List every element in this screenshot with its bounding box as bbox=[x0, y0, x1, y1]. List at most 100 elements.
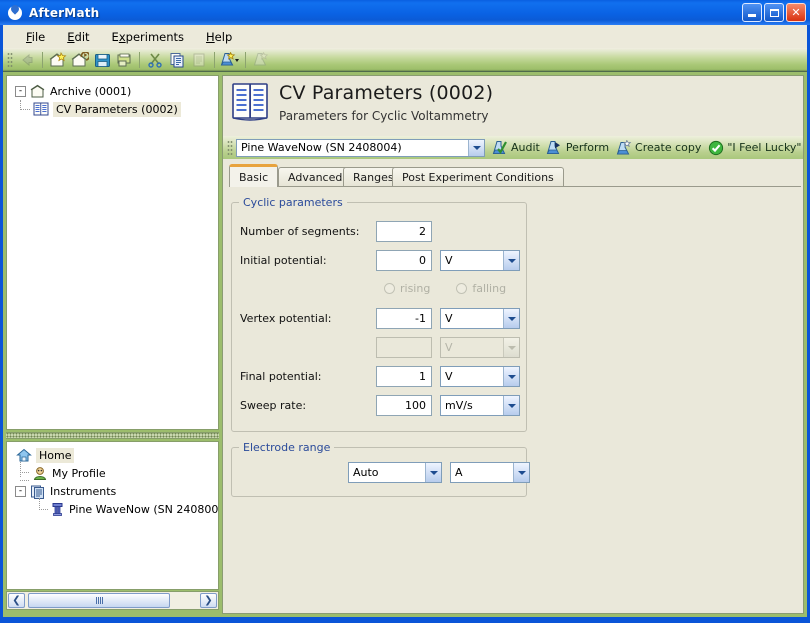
electrode-range-group: Electrode range Auto A bbox=[231, 441, 530, 497]
unit-select-initial-potential[interactable]: V bbox=[440, 250, 520, 271]
chevron-down-icon[interactable] bbox=[468, 139, 484, 156]
chevron-down-icon[interactable] bbox=[503, 367, 519, 386]
minimize-button[interactable] bbox=[742, 3, 762, 22]
tree-node-archive[interactable]: - Archive (0001) bbox=[7, 82, 218, 100]
page-subtitle: Parameters for Cyclic Voltammetry bbox=[279, 109, 489, 123]
audit-button-label: Audit bbox=[511, 141, 540, 154]
chevron-down-icon[interactable] bbox=[503, 309, 519, 328]
input-vertex-potential[interactable]: -1 bbox=[376, 308, 432, 329]
instrument-toolbar: Pine WaveNow (SN 2408004) Audit Perform … bbox=[223, 136, 803, 159]
profile-icon bbox=[31, 465, 48, 481]
tree-node-instruments-label: Instruments bbox=[50, 484, 117, 498]
chevron-down-icon[interactable] bbox=[513, 463, 529, 482]
instrument-select-value: Pine WaveNow (SN 2408004) bbox=[241, 141, 402, 154]
radio-rising[interactable]: rising bbox=[384, 282, 430, 295]
left-pane: - Archive (0001) CV Parameters (0002) Ho… bbox=[6, 75, 219, 614]
i-feel-lucky-button-label: "I Feel Lucky" bbox=[727, 141, 802, 154]
instrument-select[interactable]: Pine WaveNow (SN 2408004) bbox=[236, 138, 485, 157]
unit-select-initial-potential-value: V bbox=[445, 254, 453, 267]
chevron-down-icon[interactable] bbox=[503, 251, 519, 270]
archive-tree[interactable]: - Archive (0001) CV Parameters (0002) bbox=[6, 75, 219, 430]
copy-icon[interactable] bbox=[166, 50, 188, 70]
close-button[interactable]: ✕ bbox=[786, 3, 806, 22]
radio-rising-button[interactable] bbox=[384, 283, 395, 294]
input-sweep-rate[interactable]: 100 bbox=[376, 395, 432, 416]
instruments-icon bbox=[29, 483, 46, 499]
toolbar-grip[interactable] bbox=[7, 51, 13, 68]
pane-splitter[interactable] bbox=[6, 432, 219, 439]
tab-strip: Basic Advanced Ranges Post Experiment Co… bbox=[229, 164, 801, 187]
tab-post-experiment-conditions[interactable]: Post Experiment Conditions bbox=[392, 167, 564, 186]
archive-icon bbox=[29, 83, 46, 99]
back-icon[interactable] bbox=[16, 50, 38, 70]
save-icon[interactable] bbox=[91, 50, 113, 70]
green-check-icon bbox=[707, 139, 724, 156]
create-copy-icon[interactable] bbox=[250, 50, 272, 70]
chevron-down-icon[interactable] bbox=[425, 463, 441, 482]
radio-falling-label: falling bbox=[472, 282, 507, 295]
menu-experiments-rest: periments bbox=[125, 29, 185, 44]
horizontal-scrollbar[interactable]: ❮ ❯ bbox=[6, 591, 219, 610]
tree-node-home[interactable]: Home bbox=[7, 446, 218, 464]
delete-archive-icon[interactable] bbox=[69, 50, 91, 70]
print-icon[interactable] bbox=[113, 50, 135, 70]
home-icon bbox=[15, 447, 32, 463]
document-header: CV Parameters (0002) Parameters for Cycl… bbox=[223, 76, 803, 134]
expander-archive[interactable]: - bbox=[15, 85, 26, 97]
menu-help-rest: elp bbox=[214, 29, 233, 44]
cut-icon[interactable] bbox=[144, 50, 166, 70]
input-initial-potential[interactable]: 0 bbox=[376, 250, 432, 271]
window-title: AfterMath bbox=[29, 5, 100, 20]
unit-select-final-potential[interactable]: V bbox=[440, 366, 520, 387]
perform-flask-icon bbox=[546, 139, 563, 156]
create-copy-button[interactable]: Create copy bbox=[615, 139, 701, 156]
radio-rising-label: rising bbox=[400, 282, 431, 295]
input-number-of-segments[interactable]: 2 bbox=[376, 221, 432, 242]
tree-node-my-profile-label: My Profile bbox=[52, 466, 106, 480]
tree-node-cv-parameters[interactable]: CV Parameters (0002) bbox=[7, 100, 218, 118]
menu-edit[interactable]: Edit bbox=[56, 28, 100, 46]
chevron-down-icon[interactable] bbox=[503, 338, 519, 357]
scroll-thumb[interactable] bbox=[28, 593, 170, 608]
scroll-right-button[interactable]: ❯ bbox=[200, 593, 217, 608]
perform-button[interactable]: Perform bbox=[546, 139, 609, 156]
tree-node-my-profile[interactable]: My Profile bbox=[7, 464, 218, 482]
electrode-range-select[interactable]: Auto bbox=[348, 462, 442, 483]
audit-button[interactable]: Audit bbox=[491, 139, 540, 156]
unit-select-sweep-rate[interactable]: mV/s bbox=[440, 395, 520, 416]
new-experiment-icon[interactable] bbox=[219, 50, 241, 70]
label-number-of-segments: Number of segments: bbox=[240, 225, 360, 238]
cyclic-parameters-group-title: Cyclic parameters bbox=[239, 196, 347, 209]
perform-button-label: Perform bbox=[565, 141, 610, 154]
menu-experiments[interactable]: Experiments bbox=[101, 28, 195, 46]
new-archive-icon[interactable] bbox=[47, 50, 69, 70]
electrode-range-unit-select[interactable]: A bbox=[450, 462, 530, 483]
tab-ranges-label: Ranges bbox=[353, 170, 394, 184]
scroll-left-button[interactable]: ❮ bbox=[8, 593, 25, 608]
tab-post-experiment-conditions-label: Post Experiment Conditions bbox=[402, 170, 554, 184]
unit-select-vertex-potential-2[interactable]: V bbox=[440, 337, 520, 358]
instrument-toolbar-grip[interactable] bbox=[227, 139, 233, 156]
chevron-down-icon[interactable] bbox=[503, 396, 519, 415]
parameters-book-icon bbox=[32, 101, 49, 117]
tab-basic[interactable]: Basic bbox=[229, 164, 279, 187]
paste-icon[interactable] bbox=[188, 50, 210, 70]
maximize-button[interactable] bbox=[764, 3, 784, 22]
expander-instruments[interactable]: - bbox=[15, 485, 26, 497]
radio-falling-button[interactable] bbox=[456, 283, 468, 294]
input-final-potential[interactable]: 1 bbox=[376, 366, 432, 387]
tree-node-pine-wavenow-label: Pine WaveNow (SN 240800 bbox=[69, 502, 219, 516]
navigator-tree[interactable]: Home My Profile - Instruments Pine WaveN… bbox=[6, 441, 219, 590]
window-controls: ✕ bbox=[742, 3, 806, 22]
radio-falling[interactable]: falling bbox=[456, 282, 506, 295]
tree-node-home-label: Home bbox=[36, 447, 75, 463]
tab-advanced[interactable]: Advanced bbox=[278, 167, 353, 186]
unit-select-vertex-potential[interactable]: V bbox=[440, 308, 520, 329]
menu-file[interactable]: File bbox=[15, 28, 56, 46]
scroll-track[interactable] bbox=[26, 593, 199, 608]
input-vertex-potential-2[interactable] bbox=[376, 337, 432, 358]
i-feel-lucky-button[interactable]: "I Feel Lucky" bbox=[707, 139, 802, 156]
menu-help[interactable]: Help bbox=[195, 28, 243, 46]
main-toolbar bbox=[3, 48, 807, 72]
tree-node-archive-label: Archive (0001) bbox=[50, 84, 132, 98]
